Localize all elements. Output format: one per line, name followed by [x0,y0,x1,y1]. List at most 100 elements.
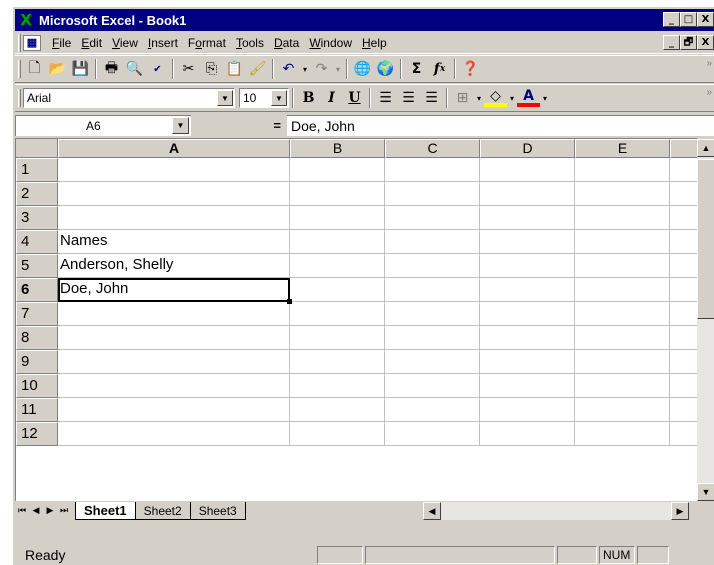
column-header-e[interactable]: E [575,139,670,158]
chevron-down-icon[interactable]: ▼ [271,90,287,106]
minimize-button[interactable]: _ [663,12,680,27]
cell[interactable] [480,398,575,422]
vertical-scrollbar[interactable]: ▲ ▼ [697,139,714,501]
cell[interactable] [575,278,670,302]
menu-item[interactable]: Format [183,34,231,52]
cell[interactable] [58,350,290,374]
cell[interactable] [670,350,697,374]
cell[interactable] [58,182,290,206]
redo-dropdown-icon[interactable]: ▾ [333,58,343,80]
cell[interactable] [290,182,385,206]
horizontal-scroll-track[interactable] [441,502,671,520]
cell[interactable] [385,422,480,446]
cell[interactable] [670,374,697,398]
cell[interactable] [480,158,575,182]
borders-dropdown-icon[interactable]: ▾ [474,87,484,109]
cell[interactable] [575,182,670,206]
spelling-icon[interactable]: ✔ [146,58,169,80]
paste-icon[interactable]: 📋 [223,58,246,80]
cell[interactable] [385,254,480,278]
cell[interactable] [670,422,697,446]
open-icon[interactable]: 📂 [46,58,69,80]
menu-item[interactable]: Insert [143,34,183,52]
row-header[interactable]: 8 [16,326,58,350]
cell[interactable] [670,398,697,422]
cell[interactable] [670,302,697,326]
formula-input[interactable]: Doe, John [287,114,714,136]
cell[interactable] [670,206,697,230]
cell[interactable] [58,374,290,398]
row-header[interactable]: 9 [16,350,58,374]
doc-minimize-button[interactable]: _ [663,35,680,50]
copy-icon[interactable]: ⎘ [200,58,223,80]
toolbar-overflow-icon[interactable]: » [706,58,712,69]
cell[interactable] [385,302,480,326]
cell[interactable] [480,278,575,302]
horizontal-scrollbar[interactable]: ◀ ▶ [423,502,695,520]
sheet-tab-sheet3[interactable]: Sheet3 [190,502,246,520]
name-box[interactable]: A6 ▼ [15,114,191,136]
fill-color-icon[interactable]: ◇ [484,88,507,107]
menu-item[interactable]: Help [357,34,392,52]
cell[interactable] [58,158,290,182]
font-name-select[interactable]: Arial ▼ [23,88,235,108]
cell[interactable] [575,254,670,278]
cell[interactable] [290,374,385,398]
menu-grip[interactable] [18,33,21,52]
scroll-up-button[interactable]: ▲ [697,139,714,157]
active-cell[interactable]: Doe, John [58,278,292,304]
cell[interactable]: Names [58,230,290,254]
menu-item[interactable]: Data [269,34,304,52]
edit-formula-button[interactable]: = [191,118,287,133]
office-assistant-icon[interactable]: ❓ [459,58,482,80]
cell[interactable] [575,398,670,422]
maximize-button[interactable]: □ [680,12,697,27]
function-icon[interactable]: fx [428,58,451,80]
chevron-down-icon[interactable]: ▼ [217,90,233,106]
save-icon[interactable]: 💾 [69,58,92,80]
cell[interactable] [385,398,480,422]
cell[interactable] [290,326,385,350]
scroll-down-button[interactable]: ▼ [697,483,714,501]
cell[interactable] [58,302,290,326]
cell[interactable] [58,326,290,350]
doc-restore-button[interactable]: 🗗 [680,35,697,50]
cell[interactable] [480,254,575,278]
sheet-tab-sheet1[interactable]: Sheet1 [75,502,136,520]
cell[interactable] [290,278,385,302]
underline-button[interactable]: U [343,87,366,109]
row-header[interactable]: 5 [16,254,58,278]
cell[interactable] [670,230,697,254]
cut-icon[interactable]: ✂ [177,58,200,80]
sheet-tab-sheet2[interactable]: Sheet2 [135,502,191,520]
cell[interactable] [385,206,480,230]
cell[interactable] [385,230,480,254]
cell[interactable] [290,206,385,230]
cell[interactable] [480,302,575,326]
undo-dropdown-icon[interactable]: ▾ [300,58,310,80]
cell[interactable] [575,422,670,446]
cell[interactable] [290,350,385,374]
align-right-icon[interactable]: ☰ [420,87,443,109]
row-header[interactable]: 12 [16,422,58,446]
font-color-icon[interactable]: A [517,88,540,107]
cell[interactable] [58,422,290,446]
cell[interactable] [290,422,385,446]
cell[interactable] [480,350,575,374]
cell[interactable] [670,326,697,350]
cell[interactable] [385,278,480,302]
cell[interactable] [385,182,480,206]
cell[interactable] [575,230,670,254]
font-size-select[interactable]: 10 ▼ [239,88,289,108]
format-painter-icon[interactable]: 🖌 [246,58,269,80]
cell[interactable] [480,422,575,446]
redo-icon[interactable]: ↷ [310,58,333,80]
menu-item[interactable]: Edit [76,34,107,52]
cell[interactable] [575,326,670,350]
menu-item[interactable]: View [107,34,143,52]
font-color-dropdown-icon[interactable]: ▾ [540,87,550,109]
cell[interactable] [480,374,575,398]
align-left-icon[interactable]: ☰ [374,87,397,109]
undo-icon[interactable]: ↶ [277,58,300,80]
cell[interactable] [670,158,697,182]
